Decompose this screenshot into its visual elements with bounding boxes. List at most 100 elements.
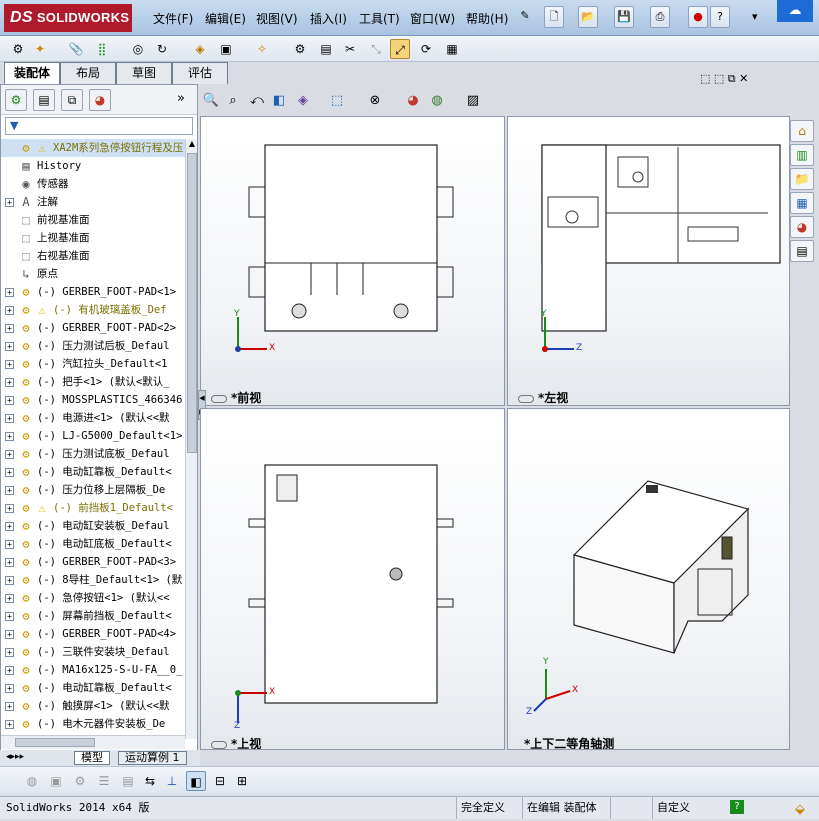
tree-item[interactable]: + ⚙ (-) 压力测试后板_Defaul bbox=[1, 337, 185, 355]
tab-sketch[interactable]: 草图 bbox=[116, 62, 172, 84]
tree-item[interactable]: + ⚙ (-) MOSSPLASTICS_466346 bbox=[1, 391, 185, 409]
viewport-top[interactable]: X Z *上视 bbox=[200, 408, 505, 750]
menu-view[interactable]: 视图(V) bbox=[256, 10, 298, 27]
exploded-view-icon[interactable]: ✂ bbox=[340, 39, 360, 59]
expand-toggle-icon[interactable]: + bbox=[5, 288, 14, 297]
expand-toggle-icon[interactable]: + bbox=[5, 684, 14, 693]
tree-item[interactable]: + A 注解 bbox=[1, 193, 185, 211]
tree-item[interactable]: + ⚙ (-) 触摸屏<1> (默认<<默 bbox=[1, 697, 185, 715]
bill-of-materials-icon[interactable]: ▤ bbox=[316, 39, 336, 59]
expand-toggle-icon[interactable]: + bbox=[5, 504, 14, 513]
viewport-front[interactable]: Y X *前视 bbox=[200, 116, 505, 406]
expand-toggle-icon[interactable]: + bbox=[5, 702, 14, 711]
configuration-manager-icon[interactable]: ⧉ bbox=[61, 89, 83, 111]
help-options-icon[interactable]: ? bbox=[710, 6, 730, 28]
menu-tools[interactable]: 工具(T) bbox=[359, 10, 400, 27]
expand-toggle-icon[interactable]: + bbox=[5, 522, 14, 531]
previous-view-icon[interactable]: ⤺ bbox=[248, 92, 266, 110]
expand-toggle-icon[interactable]: + bbox=[5, 720, 14, 729]
appearance-icon[interactable]: ◕ bbox=[404, 92, 422, 110]
tree-item[interactable]: ⬚ 前视基准面 bbox=[1, 211, 185, 229]
cloud-icon[interactable]: ☁ bbox=[777, 0, 813, 22]
view-settings-icon[interactable]: ▨ bbox=[464, 92, 482, 110]
appearances-icon[interactable]: ◕ bbox=[790, 216, 814, 238]
tree-item[interactable]: + ⚙ (-) GERBER_FOOT-PAD<3> bbox=[1, 553, 185, 571]
help-icon[interactable]: ? bbox=[730, 800, 744, 814]
smart-fasteners-icon[interactable]: ◎ bbox=[128, 39, 148, 59]
mate-icon[interactable]: 📎 bbox=[66, 39, 86, 59]
display-manager-icon[interactable]: ◕ bbox=[89, 89, 111, 111]
view-palette-icon[interactable]: ▦ bbox=[790, 192, 814, 214]
expand-toggle-icon[interactable]: + bbox=[5, 360, 14, 369]
scroll-up-icon[interactable]: ▲ bbox=[187, 139, 197, 151]
menu-insert[interactable]: 插入(I) bbox=[310, 10, 347, 27]
two-view-vertical-icon[interactable]: ⊞ bbox=[232, 771, 252, 791]
tree-horizontal-scrollbar[interactable] bbox=[1, 735, 185, 749]
expand-toggle-icon[interactable]: + bbox=[5, 342, 14, 351]
expand-toggle-icon[interactable]: + bbox=[5, 486, 14, 495]
tree-item[interactable]: + ⚙ (-) 把手<1> (默认<默认_ bbox=[1, 373, 185, 391]
tree-item[interactable]: + ⚙ (-) GERBER_FOOT-PAD<2> bbox=[1, 319, 185, 337]
feature-tree-icon[interactable]: ⚙ bbox=[5, 89, 27, 111]
dynamic-annotation-icon[interactable]: ◈ bbox=[294, 92, 312, 110]
expand-toggle-icon[interactable]: + bbox=[5, 396, 14, 405]
tree-item[interactable]: + ⚙ (-) MA16x125-S-U-FA__0_ bbox=[1, 661, 185, 679]
tree-item[interactable]: + ⚙ (-) 急停按钮<1> (默认<< bbox=[1, 589, 185, 607]
solidworks-logo[interactable]: DS SOLIDWORKS bbox=[4, 4, 132, 32]
take-snapshot-icon[interactable]: ▦ bbox=[442, 39, 462, 59]
shaded-icon[interactable]: ☰ bbox=[94, 771, 114, 791]
expand-toggle-icon[interactable]: + bbox=[5, 378, 14, 387]
tree-item[interactable]: + ⚙ (-) 电木元器件安装板_De bbox=[1, 715, 185, 733]
tree-item[interactable]: ↳ 原点 bbox=[1, 265, 185, 283]
expand-toggle-icon[interactable]: + bbox=[5, 576, 14, 585]
tree-item[interactable]: ▤ History bbox=[1, 157, 185, 175]
tab-assembly[interactable]: 装配体 bbox=[4, 62, 60, 84]
two-view-horizontal-icon[interactable]: ⊟ bbox=[210, 771, 230, 791]
new-motion-study-icon[interactable]: ⚙ bbox=[290, 39, 310, 59]
explode-line-sketch-icon[interactable]: ⤡ bbox=[366, 39, 386, 59]
expand-toggle-icon[interactable]: + bbox=[5, 450, 14, 459]
expand-toggle-icon[interactable]: + bbox=[5, 468, 14, 477]
expand-toggle-icon[interactable]: + bbox=[5, 666, 14, 675]
tree-item[interactable]: + ⚙ (-) 电动缸底板_Default< bbox=[1, 535, 185, 553]
linear-pattern-icon[interactable]: ⣿ bbox=[92, 39, 112, 59]
curvature-icon[interactable]: ▤ bbox=[118, 771, 138, 791]
hscroll-thumb[interactable] bbox=[15, 738, 95, 747]
tree-item[interactable]: + ⚙ (-) 电动缸靠板_Default< bbox=[1, 679, 185, 697]
show-hidden-icon[interactable]: ◈ bbox=[190, 39, 210, 59]
tree-item[interactable]: + ⚙ (-) 压力位移上层隔板_De bbox=[1, 481, 185, 499]
tab-motion-study[interactable]: 运动算例 1 bbox=[118, 751, 187, 765]
scroll-thumb[interactable] bbox=[187, 153, 197, 453]
eye-icon[interactable] bbox=[211, 394, 227, 403]
tree-item[interactable]: + ⚙ (-) 压力测试底板_Defaul bbox=[1, 445, 185, 463]
new-document-icon[interactable]: 🗋 bbox=[544, 6, 564, 28]
tree-item[interactable]: + ⚙ ⚠ (-) 有机玻璃盖板_Def bbox=[1, 301, 185, 319]
menu-help[interactable]: 帮助(H) bbox=[466, 10, 508, 27]
menu-edit[interactable]: 编辑(E) bbox=[205, 10, 246, 27]
design-library-icon[interactable]: ▥ bbox=[790, 144, 814, 166]
expand-toggle-icon[interactable]: + bbox=[5, 612, 14, 621]
expand-panel-icon[interactable]: » bbox=[177, 91, 185, 106]
tree-item[interactable]: + ⚙ (-) 电动缸安装板_Defaul bbox=[1, 517, 185, 535]
new-part-icon[interactable]: ✦ bbox=[30, 39, 50, 59]
tree-filter-input[interactable]: ▼ bbox=[5, 117, 193, 135]
home-icon[interactable]: ⌂ bbox=[790, 120, 814, 142]
open-folder-icon[interactable]: 📂 bbox=[578, 6, 598, 28]
zoom-to-area-icon[interactable]: ⌕ bbox=[224, 92, 242, 110]
tab-layout[interactable]: 布局 bbox=[60, 62, 116, 84]
tree-item[interactable]: + ⚙ (-) 8导柱_Default<1> (默 bbox=[1, 571, 185, 589]
eye-icon[interactable] bbox=[211, 740, 227, 749]
eye-icon[interactable] bbox=[518, 394, 534, 403]
expand-toggle-icon[interactable]: + bbox=[5, 306, 14, 315]
tree-item[interactable]: + ⚙ (-) 汽缸拉头_Default<1 bbox=[1, 355, 185, 373]
rebuild-icon[interactable]: ⇆ bbox=[140, 771, 160, 791]
menu-window[interactable]: 窗口(W) bbox=[410, 10, 455, 27]
zoom-to-fit-icon[interactable]: 🔍 bbox=[202, 92, 220, 110]
wireframe-icon[interactable]: ⚙ bbox=[70, 771, 90, 791]
expand-toggle-icon[interactable]: + bbox=[5, 594, 14, 603]
custom-properties-icon[interactable]: ▤ bbox=[790, 240, 814, 262]
move-component-icon[interactable]: ↻ bbox=[152, 39, 172, 59]
status-units[interactable]: 自定义 bbox=[652, 797, 724, 819]
section-view-icon[interactable]: ◧ bbox=[270, 92, 288, 110]
rotate-view-icon[interactable]: ◍ bbox=[22, 771, 42, 791]
